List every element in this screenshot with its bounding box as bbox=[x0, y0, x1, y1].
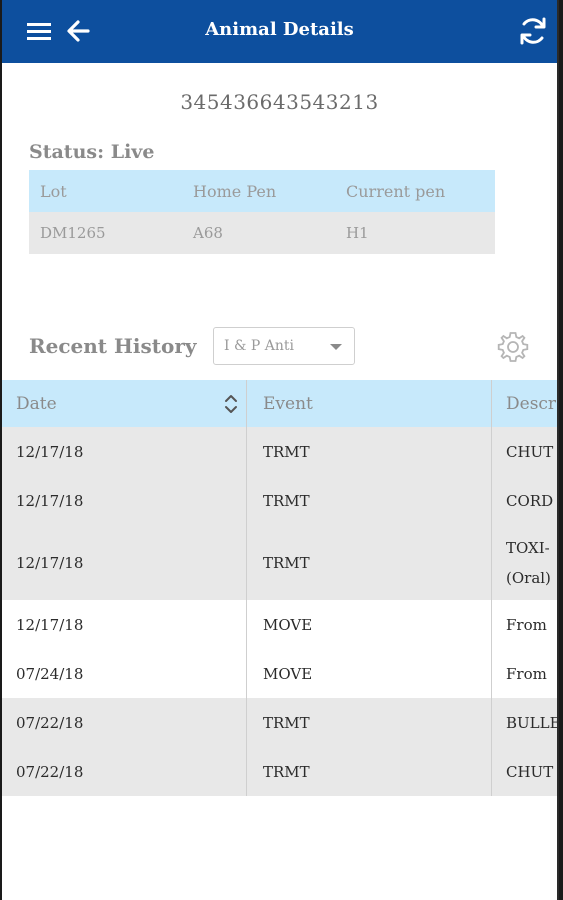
lot-header: Lot bbox=[40, 181, 67, 201]
date-cell: 12/17/18 bbox=[2, 427, 247, 476]
event-column-header: Event bbox=[247, 380, 492, 427]
screen: Animal Details 345436643543213 Status: L… bbox=[2, 0, 559, 900]
description-cell: CORD bbox=[506, 491, 554, 510]
date-column-label: Date bbox=[16, 393, 57, 414]
event-cell: TRMT bbox=[247, 698, 492, 747]
table-row[interactable]: 07/22/18 TRMT BULLE bbox=[2, 698, 559, 747]
status-table-row: DM1265 A68 H1 bbox=[29, 212, 495, 254]
refresh-icon[interactable] bbox=[517, 15, 549, 47]
date-cell: 12/17/18 bbox=[2, 600, 247, 649]
sort-icon[interactable] bbox=[224, 393, 238, 415]
history-filter-value: I & P Anti bbox=[224, 338, 294, 354]
history-table: Date Event Descr 12/17/18 TRMT CHUT 12/1… bbox=[2, 380, 559, 796]
lot-value: DM1265 bbox=[40, 224, 106, 242]
animal-status: Status: Live bbox=[29, 141, 155, 163]
status-table-header: Lot Home Pen Current pen bbox=[29, 170, 495, 212]
gear-icon[interactable] bbox=[496, 330, 530, 364]
home-pen-value: A68 bbox=[193, 224, 223, 242]
event-cell: TRMT bbox=[247, 427, 492, 476]
chevron-down-icon bbox=[330, 344, 342, 350]
event-column-label: Event bbox=[263, 393, 313, 414]
table-row[interactable]: 07/24/18 MOVE From bbox=[2, 649, 557, 698]
description-cell: From bbox=[506, 615, 547, 634]
current-pen-header: Current pen bbox=[346, 181, 446, 201]
date-cell: 12/17/18 bbox=[2, 476, 247, 525]
event-cell: MOVE bbox=[247, 600, 492, 649]
table-row[interactable]: 07/22/18 TRMT CHUT bbox=[2, 747, 557, 796]
page-title: Animal Details bbox=[205, 19, 354, 40]
description-column-header: Descr bbox=[492, 380, 557, 427]
description-cell: CHUT bbox=[506, 442, 554, 461]
event-cell: MOVE bbox=[247, 649, 492, 698]
date-column-header[interactable]: Date bbox=[2, 380, 247, 427]
event-cell: TRMT bbox=[247, 525, 492, 600]
table-row[interactable]: 12/17/18 TRMT CHUT bbox=[2, 427, 557, 476]
table-row[interactable]: 12/17/18 MOVE From bbox=[2, 600, 557, 649]
description-cell: From bbox=[506, 664, 547, 683]
description-column-label: Descr bbox=[506, 393, 557, 414]
table-row[interactable]: 12/17/18 TRMT TOXI-(Oral) bbox=[2, 525, 557, 600]
event-cell: TRMT bbox=[247, 476, 492, 525]
status-table: Lot Home Pen Current pen DM1265 A68 H1 bbox=[29, 170, 495, 254]
date-cell: 07/22/18 bbox=[2, 698, 247, 747]
home-pen-header: Home Pen bbox=[193, 181, 277, 201]
current-pen-value: H1 bbox=[346, 224, 369, 242]
date-cell: 07/24/18 bbox=[2, 649, 247, 698]
date-cell: 07/22/18 bbox=[2, 747, 247, 796]
date-cell: 12/17/18 bbox=[2, 525, 247, 600]
description-cell: CHUT bbox=[506, 762, 554, 781]
description-cell: TOXI-(Oral) bbox=[506, 538, 551, 587]
history-filter-select[interactable]: I & P Anti bbox=[213, 327, 355, 365]
table-row[interactable]: 12/17/18 TRMT CORD bbox=[2, 476, 557, 525]
description-cell: BULLE bbox=[506, 713, 559, 732]
recent-history-label: Recent History bbox=[29, 334, 197, 358]
app-bar: Animal Details bbox=[2, 0, 557, 63]
event-cell: TRMT bbox=[247, 747, 492, 796]
animal-id: 345436643543213 bbox=[180, 90, 379, 114]
history-table-header: Date Event Descr bbox=[2, 380, 557, 427]
